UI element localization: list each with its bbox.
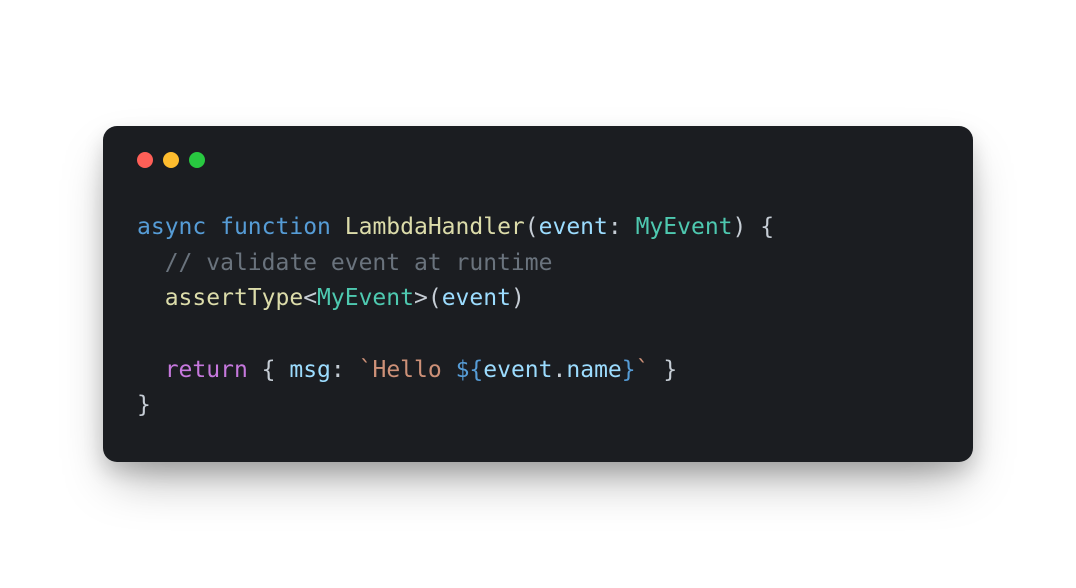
code-window: async function LambdaHandler(event: MyEv… — [103, 126, 973, 462]
code-block: async function LambdaHandler(event: MyEv… — [137, 210, 939, 424]
colon: : — [331, 357, 359, 383]
backtick: ` — [359, 357, 373, 383]
interp-dot: . — [553, 357, 567, 383]
call-asserttype: assertType — [165, 285, 303, 311]
maximize-icon[interactable] — [189, 152, 205, 168]
window-controls — [137, 152, 939, 168]
space-brace: { — [746, 214, 774, 240]
close-paren: ) — [733, 214, 747, 240]
close-paren: ) — [511, 285, 525, 311]
space — [248, 357, 262, 383]
generic-myevent: MyEvent — [317, 285, 414, 311]
brace-open: { — [262, 357, 290, 383]
string-hello: Hello — [372, 357, 455, 383]
lt: < — [303, 285, 317, 311]
keyword-async: async — [137, 214, 206, 240]
minimize-icon[interactable] — [163, 152, 179, 168]
brace-close-fn: } — [137, 392, 151, 418]
function-name: LambdaHandler — [345, 214, 525, 240]
indent — [137, 285, 165, 311]
arg-event: event — [442, 285, 511, 311]
interp-open: ${ — [456, 357, 484, 383]
interp-close: } — [622, 357, 636, 383]
colon: : — [608, 214, 636, 240]
close-icon[interactable] — [137, 152, 153, 168]
indent — [137, 357, 165, 383]
backtick: ` — [636, 357, 650, 383]
interp-event: event — [483, 357, 552, 383]
open-paren: ( — [428, 285, 442, 311]
comment: // validate event at runtime — [165, 250, 553, 276]
brace-close: } — [649, 357, 677, 383]
interp-name: name — [566, 357, 621, 383]
indent — [137, 250, 165, 276]
param-event: event — [539, 214, 608, 240]
type-myevent: MyEvent — [636, 214, 733, 240]
open-paren: ( — [525, 214, 539, 240]
keyword-return: return — [165, 357, 248, 383]
gt: > — [414, 285, 428, 311]
keyword-function: function — [220, 214, 331, 240]
prop-msg: msg — [289, 357, 331, 383]
